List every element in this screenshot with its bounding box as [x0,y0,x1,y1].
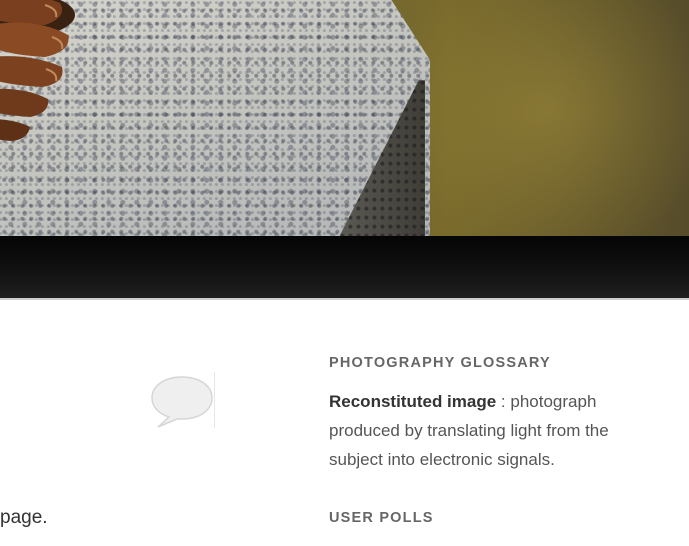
speech-bubble-icon[interactable] [150,373,214,429]
divider [214,372,215,428]
pinecone-image [0,0,75,141]
dark-navigation-bar [0,236,689,300]
glossary-widget: PHOTOGRAPHY GLOSSARY Reconstituted image… [329,355,649,474]
hero-photo [0,0,689,236]
glossary-term: Reconstituted image [329,392,497,411]
glossary-title: PHOTOGRAPHY GLOSSARY [329,355,551,371]
glossary-entry: Reconstituted image : photograph produce… [329,387,649,474]
post-text-fragment: page. [0,507,48,528]
user-polls-title: USER POLLS [329,510,434,526]
glossary-separator: : [496,392,511,411]
